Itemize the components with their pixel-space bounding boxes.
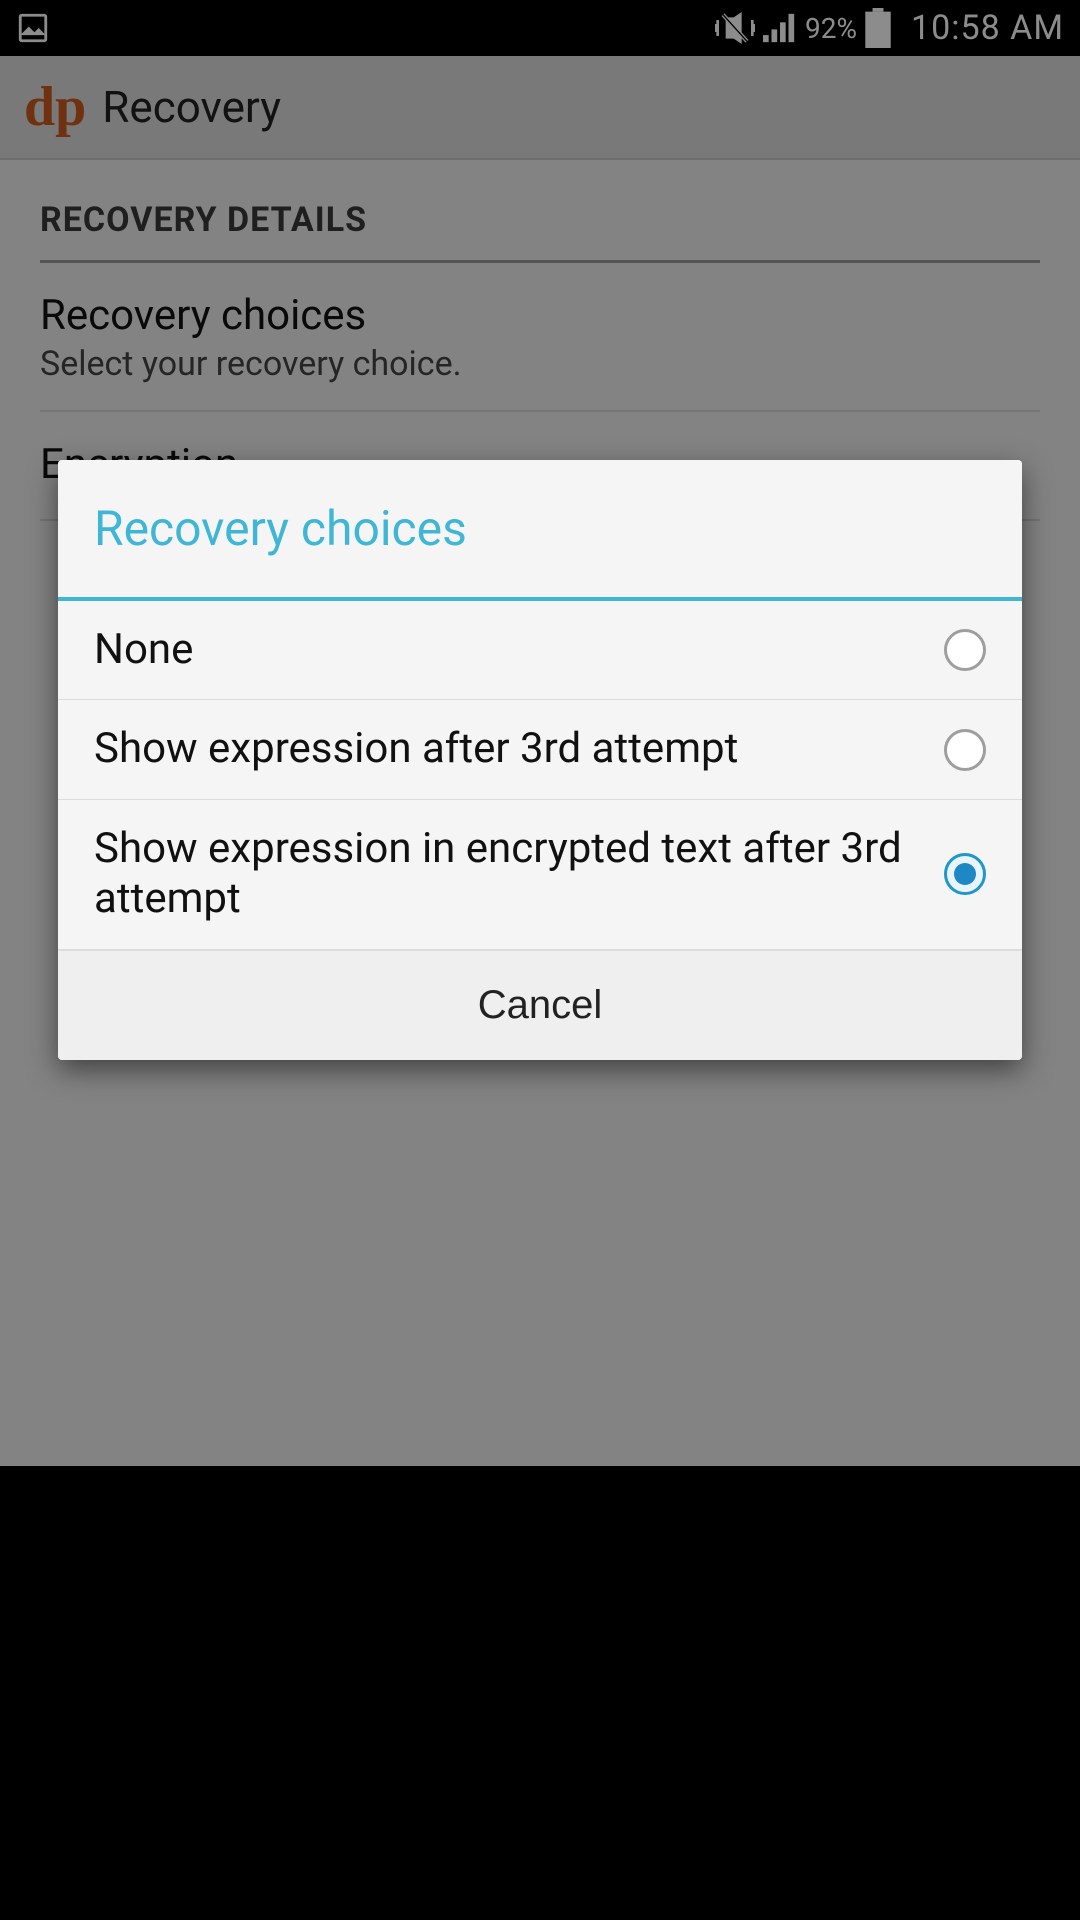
recovery-choices-dialog: Recovery choices None Show expression af… [58,460,1022,1060]
option-show-after-3rd[interactable]: Show expression after 3rd attempt [58,700,1022,799]
radio-icon[interactable] [944,729,986,771]
radio-icon[interactable] [944,853,986,895]
option-label: Show expression in encrypted text after … [94,824,944,925]
option-none[interactable]: None [58,601,1022,700]
dialog-title: Recovery choices [58,460,1022,601]
option-label: Show expression after 3rd attempt [94,724,944,774]
option-label: None [94,625,944,675]
cancel-button[interactable]: Cancel [478,983,603,1028]
dialog-footer: Cancel [58,950,1022,1060]
radio-icon[interactable] [944,629,986,671]
option-show-encrypted-after-3rd[interactable]: Show expression in encrypted text after … [58,800,1022,950]
